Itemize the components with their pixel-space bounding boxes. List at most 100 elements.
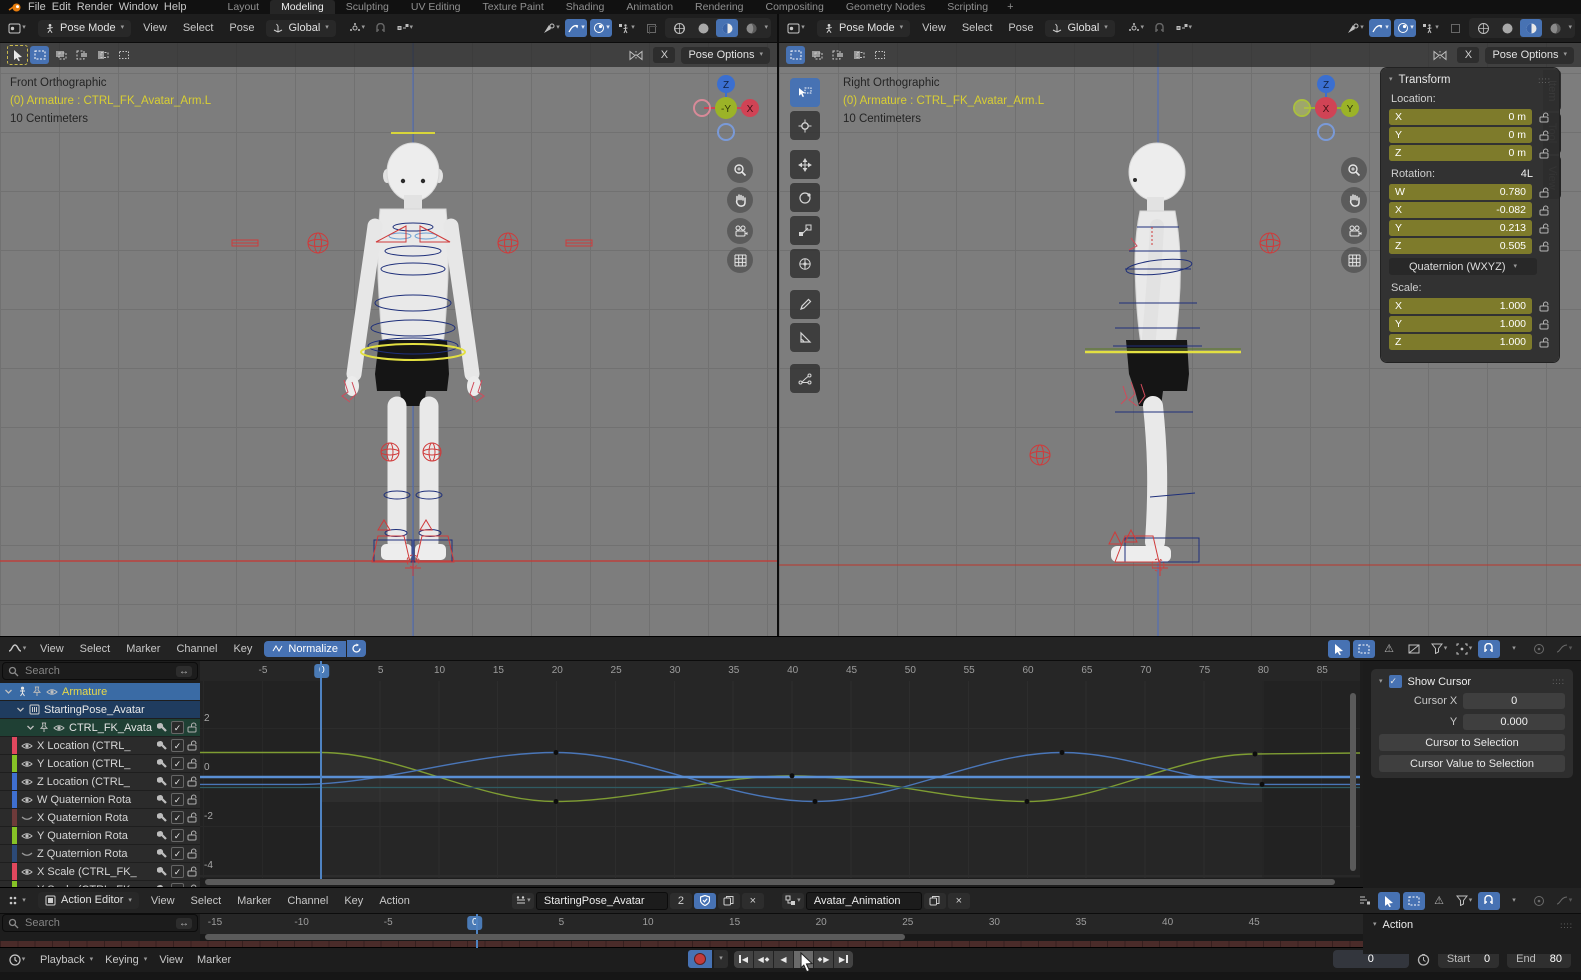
menu-item[interactable]: Channel	[285, 895, 330, 907]
menu-item[interactable]: View	[141, 22, 169, 34]
pin-icon[interactable]	[32, 686, 42, 697]
orthographic-toggle-button[interactable]	[727, 247, 753, 273]
graph-vscrollbar[interactable]	[1350, 693, 1356, 871]
lock-open-icon[interactable]	[1537, 223, 1551, 234]
menu-item[interactable]: Marker	[124, 643, 162, 655]
eye-open-icon[interactable]	[21, 759, 33, 769]
channel-label[interactable]: X Quaternion Rota	[37, 812, 153, 824]
lock-open-icon[interactable]	[187, 811, 197, 824]
keyframe-dot[interactable]	[790, 773, 795, 778]
modifier-wrench-icon[interactable]	[157, 775, 168, 788]
filter-invert-icon[interactable]: ↔	[176, 666, 192, 677]
modifier-wrench-icon[interactable]	[157, 739, 168, 752]
expand-caret-icon[interactable]	[26, 723, 35, 732]
lock-open-icon[interactable]	[1537, 337, 1551, 348]
select-box-subtract-button[interactable]	[72, 46, 91, 64]
lock-open-icon[interactable]	[187, 865, 197, 878]
falloff-curve-icon[interactable]: ▾	[1553, 640, 1575, 658]
keyframe-dot[interactable]	[1253, 752, 1258, 757]
menu-item[interactable]: File	[26, 1, 48, 13]
workspace-tab[interactable]: Shading	[555, 0, 616, 14]
channel-label[interactable]: Y Location (CTRL_	[37, 758, 153, 770]
overlays-toggle-button[interactable]: ▾	[1394, 19, 1416, 37]
channel-label[interactable]: CTRL_FK_Avata	[69, 722, 153, 734]
lock-open-icon[interactable]	[1537, 319, 1551, 330]
menu-item[interactable]: Select	[189, 895, 224, 907]
lock-open-icon[interactable]	[187, 775, 197, 788]
measure-tool-button[interactable]	[790, 323, 820, 352]
channel-label[interactable]: Y Quaternion Rota	[37, 830, 153, 842]
mirror-x-toggle[interactable]: X	[653, 47, 675, 63]
slot-name-field[interactable]: Avatar_Animation	[806, 892, 922, 910]
menu-item[interactable]: Select	[960, 22, 995, 34]
channel-enable-checkbox[interactable]: ✓	[171, 847, 184, 860]
menu-item[interactable]: Action	[377, 895, 412, 907]
lock-open-icon[interactable]	[187, 757, 197, 770]
gizmo-toggle-button[interactable]: ▾	[565, 19, 587, 37]
eye-open-icon[interactable]	[21, 741, 33, 751]
lock-open-icon[interactable]	[187, 739, 197, 752]
blender-logo-icon[interactable]	[4, 1, 26, 13]
select-box-new-button[interactable]	[30, 46, 49, 64]
cursor-tool-button[interactable]	[790, 111, 820, 140]
expand-caret-icon[interactable]	[16, 705, 25, 714]
eye-closed-icon[interactable]	[21, 849, 33, 859]
select-box-new-button[interactable]	[786, 46, 805, 64]
keyframe-dot[interactable]	[1025, 799, 1030, 804]
transform-value-field[interactable]: Y 1.000	[1389, 316, 1532, 332]
xray-toggle-button[interactable]: ▾	[1419, 19, 1441, 37]
lock-open-icon[interactable]	[1537, 241, 1551, 252]
workspace-tab[interactable]: Sculpting	[335, 0, 400, 14]
shading-rendered-button[interactable]	[1544, 19, 1566, 37]
mode-dropdown[interactable]: Pose Mode▾	[817, 20, 910, 37]
workspace-tab[interactable]: Animation	[615, 0, 684, 14]
annotate-tool-button[interactable]	[790, 290, 820, 319]
rotation-mode-dropdown[interactable]: Quaternion (WXYZ)▾	[1389, 258, 1537, 275]
transform-value-field[interactable]: X 0 m	[1389, 109, 1532, 125]
proportional-edit-icon[interactable]	[1528, 640, 1550, 658]
keyframe-dot[interactable]	[813, 799, 818, 804]
menu-item[interactable]: Key	[231, 643, 254, 655]
cursor-value-to-selection-button[interactable]: Cursor Value to Selection	[1379, 755, 1565, 772]
editor-type-icon[interactable]: ▾	[6, 892, 28, 910]
channel-row[interactable]: Y Quaternion Rota ✓	[0, 827, 200, 845]
tweak-tool-button[interactable]	[7, 45, 28, 65]
pin-icon[interactable]	[39, 722, 49, 733]
orthographic-toggle-button[interactable]	[1341, 247, 1367, 273]
channel-row[interactable]: X Scale (CTRL_FK_ ✓	[0, 863, 200, 881]
editor-type-icon[interactable]: ▾	[6, 19, 28, 37]
proportional-edit-icon[interactable]	[1528, 892, 1550, 910]
show-sliders-icon[interactable]	[1403, 640, 1425, 658]
menu-item[interactable]: Edit	[50, 1, 73, 13]
workspace-tab[interactable]: Layout	[217, 0, 271, 14]
xray-toggle-button[interactable]: ▾	[615, 19, 637, 37]
lock-open-icon[interactable]	[187, 721, 197, 734]
auto-normalize-refresh-button[interactable]	[347, 640, 366, 657]
shading-rendered-button[interactable]	[740, 19, 762, 37]
new-action-copy-button[interactable]	[718, 893, 740, 909]
select-box-button[interactable]	[1353, 640, 1375, 658]
orientation-dropdown[interactable]: Global▾	[1045, 20, 1114, 37]
only-errors-warning-icon[interactable]: ⚠	[1428, 892, 1450, 910]
filter-funnel-button[interactable]: ▾	[1428, 640, 1450, 658]
normalize-button[interactable]: Normalize	[264, 641, 346, 657]
layered-animation-icon[interactable]	[1353, 892, 1375, 910]
channel-label[interactable]: X Scale (CTRL_FK_	[37, 866, 153, 878]
channel-label[interactable]: X Location (CTRL_	[37, 740, 153, 752]
pose-mirror-icon[interactable]	[625, 46, 647, 64]
mode-dropdown[interactable]: Pose Mode▾	[38, 20, 131, 37]
snap-magnet-icon[interactable]	[370, 19, 392, 37]
render-preview-icon[interactable]	[640, 19, 662, 37]
action-browse-button[interactable]: ▾	[512, 893, 534, 909]
bone-options-tool-button[interactable]	[790, 364, 820, 393]
shading-solid-button[interactable]	[692, 19, 714, 37]
new-slot-copy-button[interactable]	[924, 893, 946, 909]
menu-item[interactable]: Window	[117, 1, 160, 13]
channel-row[interactable]: Y Location (CTRL_ ✓	[0, 755, 200, 773]
menu-item[interactable]: Select	[78, 643, 113, 655]
workspace-tab[interactable]: Modeling	[270, 0, 335, 14]
mirror-x-toggle[interactable]: X	[1457, 47, 1479, 63]
camera-view-button[interactable]	[1341, 218, 1367, 244]
lock-open-icon[interactable]	[1537, 112, 1551, 123]
shading-material-button[interactable]	[1520, 19, 1542, 37]
